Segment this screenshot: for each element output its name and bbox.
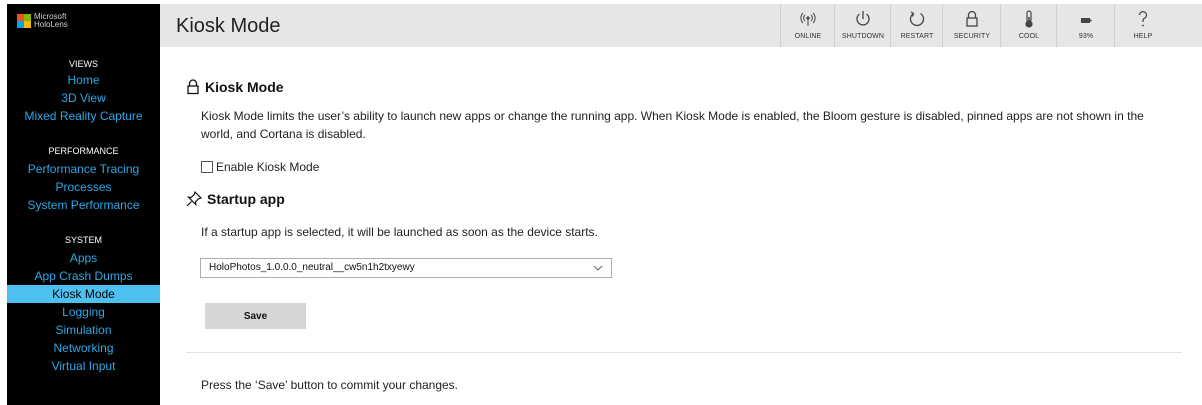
divider [186,352,1182,353]
sidebar-item-performance-tracing[interactable]: Performance Tracing [7,160,160,178]
startup-app-selected-value: HoloPhotos_1.0.0.0_neutral__cw5n1h2txyew… [209,262,415,273]
kiosk-description-line-1: Kiosk Mode limits the user’s ability to … [201,109,1144,123]
chevron-down-icon [593,265,603,271]
restart-label: RESTART [900,33,934,40]
wifi-icon [800,12,816,26]
enable-kiosk-mode-row: Enable Kiosk Mode [201,160,319,174]
security-label: SECURITY [953,33,991,40]
battery-button[interactable]: 93% [1056,4,1115,47]
top-bar: Kiosk Mode ONLINE SHUTDOWN RESTART SECUR… [160,4,1202,47]
sidebar-item-logging[interactable]: Logging [7,303,160,321]
kiosk-description: Kiosk Mode limits the user’s ability to … [201,107,1201,143]
help-label: HELP [1133,33,1153,40]
thermometer-icon [1025,10,1033,28]
cool-button[interactable]: COOL [1000,4,1057,47]
restart-button[interactable]: RESTART [890,4,943,47]
section-heading-views: VIEWS [68,59,98,69]
sidebar-item-processes[interactable]: Processes [7,178,160,196]
enable-kiosk-mode-label: Enable Kiosk Mode [216,160,320,174]
sidebar: Microsoft HoloLens VIEWS Home 3D View Mi… [7,4,160,405]
enable-kiosk-mode-checkbox[interactable] [201,161,213,173]
startup-description: If a startup app is selected, it will be… [201,225,598,239]
sidebar-item-3d-view[interactable]: 3D View [7,89,160,107]
section-heading-system: SYSTEM [64,235,102,245]
sidebar-item-system-performance[interactable]: System Performance [7,196,160,214]
battery-label: 93% [1078,33,1094,40]
brand-line-2: HoloLens [34,20,68,29]
startup-app-select[interactable]: HoloPhotos_1.0.0.0_neutral__cw5n1h2txyew… [200,258,612,278]
save-button[interactable]: Save [205,303,306,329]
shutdown-label: SHUTDOWN [841,33,885,40]
help-icon [1138,11,1148,27]
sidebar-item-simulation[interactable]: Simulation [7,321,160,339]
startup-app-heading: Startup app [186,191,285,207]
lock-icon [966,10,978,27]
sidebar-item-apps[interactable]: Apps [7,249,160,267]
sidebar-item-home[interactable]: Home [7,71,160,89]
brand: Microsoft HoloLens [17,9,68,33]
battery-icon [1081,18,1092,23]
shutdown-button[interactable]: SHUTDOWN [834,4,891,47]
sidebar-item-mixed-reality-capture[interactable]: Mixed Reality Capture [7,107,160,125]
online-button[interactable]: ONLINE [780,4,835,47]
kiosk-description-line-2: world, and Cortana is disabled. [201,127,366,141]
help-button[interactable]: HELP [1114,4,1171,47]
kiosk-mode-heading-text: Kiosk Mode [205,79,284,95]
sidebar-item-app-crash-dumps[interactable]: App Crash Dumps [7,267,160,285]
restart-icon [909,11,925,27]
section-heading-performance: PERFORMANCE [48,146,119,156]
pin-icon [186,191,202,207]
kiosk-mode-heading: Kiosk Mode [186,79,284,95]
sidebar-item-virtual-input[interactable]: Virtual Input [7,357,160,375]
online-label: ONLINE [794,33,822,40]
sidebar-item-kiosk-mode[interactable]: Kiosk Mode [7,285,160,303]
startup-app-heading-text: Startup app [207,191,285,207]
footer-note: Press the ‘Save’ button to commit your c… [201,378,459,392]
page-title: Kiosk Mode [176,15,281,37]
lock-icon [187,79,199,95]
power-icon [856,11,870,26]
cool-label: COOL [1018,33,1040,40]
microsoft-logo-icon [17,14,31,28]
sidebar-item-networking[interactable]: Networking [7,339,160,357]
security-button[interactable]: SECURITY [942,4,1001,47]
